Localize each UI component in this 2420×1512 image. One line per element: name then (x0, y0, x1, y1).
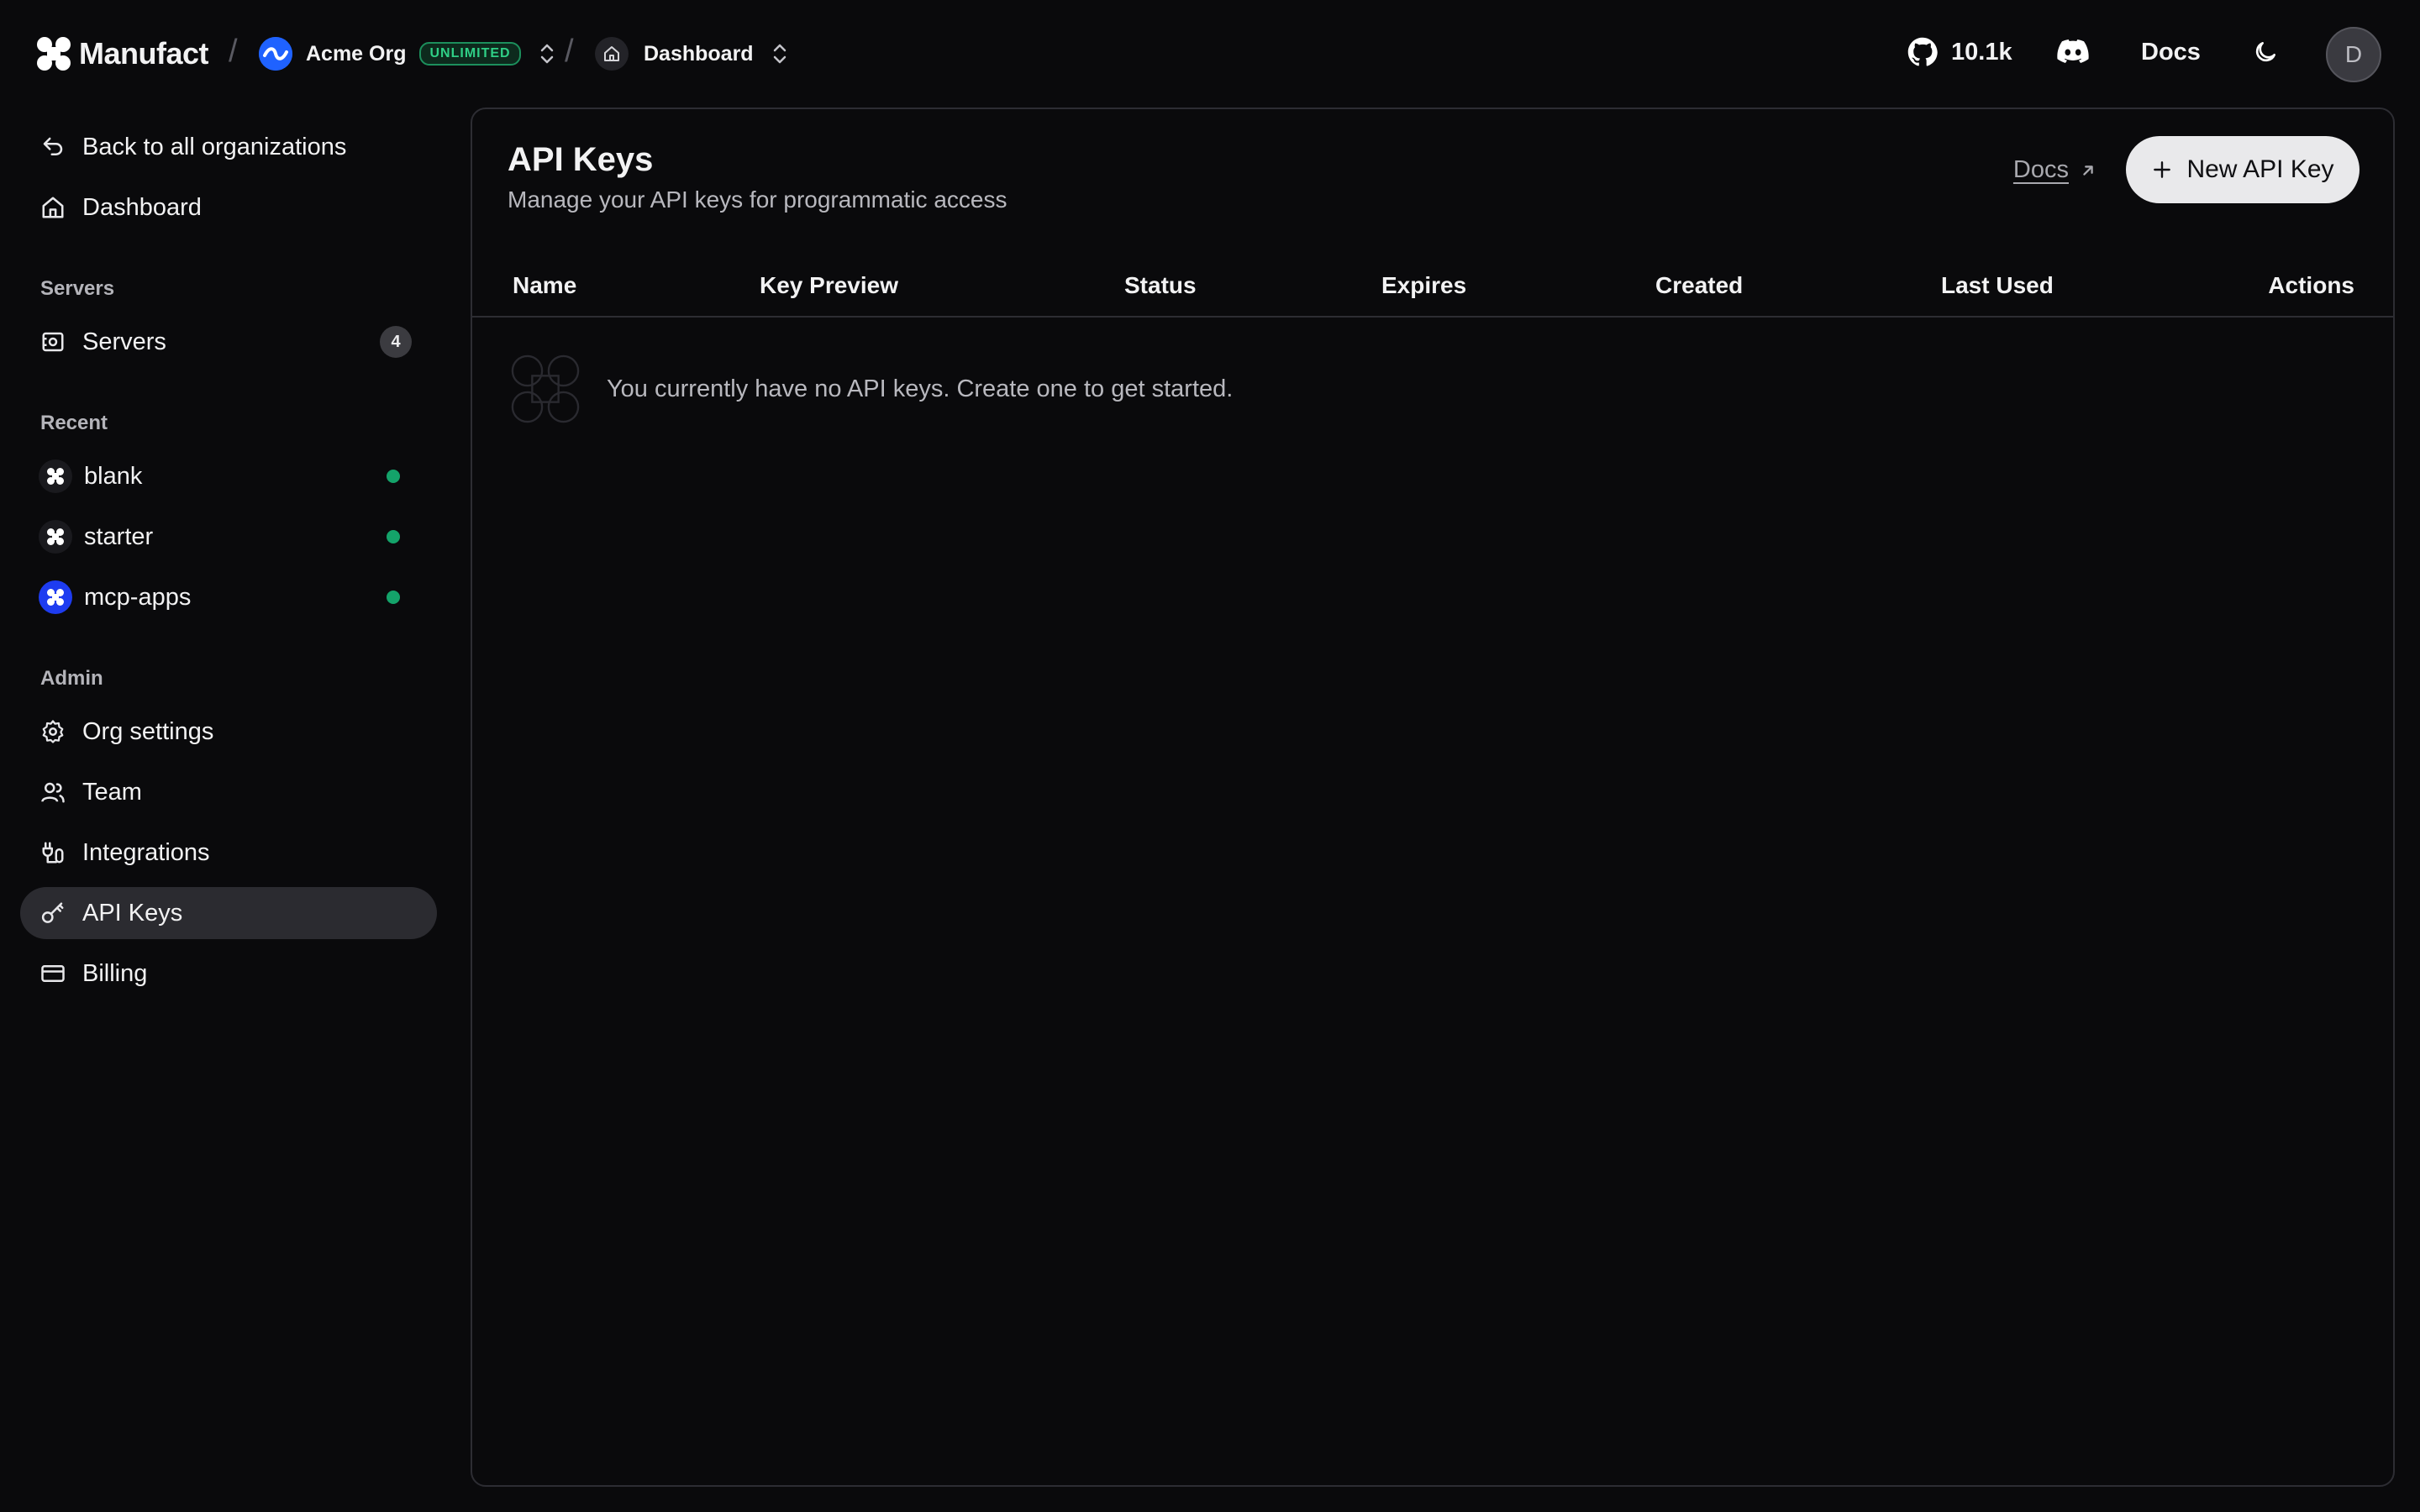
github-icon (1907, 37, 1938, 67)
chevron-up-down-icon (771, 41, 789, 66)
brand-logo[interactable]: Manufact (35, 34, 209, 74)
integrations-icon (39, 838, 67, 867)
page-name: Dashboard (644, 41, 754, 66)
theme-toggle-button[interactable] (2252, 39, 2279, 66)
empty-state: You currently have no API keys. Create o… (509, 353, 1233, 425)
org-avatar-icon (259, 37, 292, 71)
recent-item-label: blank (84, 462, 143, 490)
team-label: Team (82, 778, 142, 806)
dashboard-label: Dashboard (82, 193, 202, 221)
servers-section-title: Servers (40, 277, 115, 300)
discord-icon (2057, 39, 2089, 64)
org-switcher[interactable]: Acme Org UNLIMITED (259, 37, 556, 71)
users-icon (39, 778, 67, 806)
recent-item-label: mcp-apps (84, 583, 192, 611)
page-subtitle: Manage your API keys for programmatic ac… (508, 186, 1007, 213)
sidebar-item-billing[interactable]: Billing (20, 948, 437, 1000)
brand-name: Manufact (79, 36, 209, 71)
server-logo-icon (39, 520, 72, 554)
avatar: D (2326, 27, 2381, 82)
gear-icon (39, 717, 67, 746)
breadcrumb-separator: / (565, 34, 574, 69)
top-bar: Manufact / Acme Org UNLIMITED / Dashboar… (0, 0, 2420, 108)
plan-badge: UNLIMITED (419, 42, 521, 66)
page-title: API Keys (508, 141, 654, 178)
org-settings-label: Org settings (82, 717, 214, 745)
servers-count-badge: 4 (380, 326, 412, 358)
home-icon (39, 193, 67, 222)
user-menu[interactable]: D (2326, 27, 2381, 82)
recent-item-mcp-apps[interactable]: mcp-apps (20, 571, 437, 623)
recent-item-starter[interactable]: starter (20, 511, 437, 563)
new-api-key-label: New API Key (2186, 155, 2334, 183)
recent-item-label: starter (84, 522, 154, 550)
table-header: Name Key Preview Status Expires Created … (472, 255, 2393, 318)
chevron-up-down-icon (538, 41, 556, 66)
page-switcher[interactable]: Dashboard (595, 37, 789, 71)
recent-item-blank[interactable]: blank (20, 450, 437, 502)
back-label: Back to all organizations (82, 133, 347, 160)
org-name: Acme Org (306, 41, 407, 66)
column-header-created: Created (1655, 272, 1744, 298)
breadcrumb-separator: / (229, 34, 238, 69)
sidebar-item-api-keys[interactable]: API Keys (20, 887, 437, 939)
plus-icon (2151, 159, 2173, 181)
credit-card-icon (39, 959, 67, 988)
column-header-name: Name (513, 272, 577, 298)
undo-arrow-icon (39, 133, 67, 161)
column-header-status: Status (1124, 272, 1197, 298)
status-dot (387, 530, 400, 543)
column-header-expires: Expires (1381, 272, 1467, 298)
github-stars: 10.1k (1951, 38, 2012, 66)
status-dot (387, 591, 400, 604)
docs-link-top[interactable]: Docs (2141, 39, 2201, 66)
back-to-organizations-link[interactable]: Back to all organizations (20, 121, 437, 173)
docs-link-label: Docs (2012, 156, 2069, 183)
status-dot (387, 470, 400, 483)
docs-link[interactable]: Docs (2013, 156, 2097, 184)
admin-section-title: Admin (40, 667, 103, 690)
column-header-last-used: Last Used (1941, 272, 2054, 298)
sidebar-item-team[interactable]: Team (20, 766, 437, 818)
server-logo-icon (39, 580, 72, 614)
column-header-key-preview: Key Preview (760, 272, 898, 298)
empty-state-logo-icon (509, 353, 581, 425)
integrations-label: Integrations (82, 838, 210, 866)
sidebar-item-org-settings[interactable]: Org settings (20, 706, 437, 758)
api-keys-label: API Keys (82, 899, 183, 927)
server-logo-icon (39, 459, 72, 493)
empty-state-message: You currently have no API keys. Create o… (607, 375, 1234, 402)
manufact-logo-icon (35, 35, 72, 72)
discord-link[interactable] (2057, 39, 2089, 64)
moon-icon (2252, 39, 2279, 66)
recent-section-title: Recent (40, 412, 108, 434)
external-link-icon (2079, 161, 2097, 180)
servers-label: Servers (82, 328, 166, 355)
sidebar-item-dashboard[interactable]: Dashboard (20, 181, 437, 234)
billing-label: Billing (82, 959, 148, 987)
column-header-actions: Actions (2268, 272, 2354, 298)
sidebar-item-integrations[interactable]: Integrations (20, 827, 437, 879)
server-icon (39, 328, 67, 356)
main-panel: API Keys Manage your API keys for progra… (471, 108, 2395, 1487)
home-icon (595, 37, 629, 71)
key-icon (39, 899, 67, 927)
sidebar-item-servers[interactable]: Servers 4 (20, 316, 437, 368)
new-api-key-button[interactable]: New API Key (2126, 136, 2360, 203)
github-link[interactable]: 10.1k (1907, 37, 2012, 67)
